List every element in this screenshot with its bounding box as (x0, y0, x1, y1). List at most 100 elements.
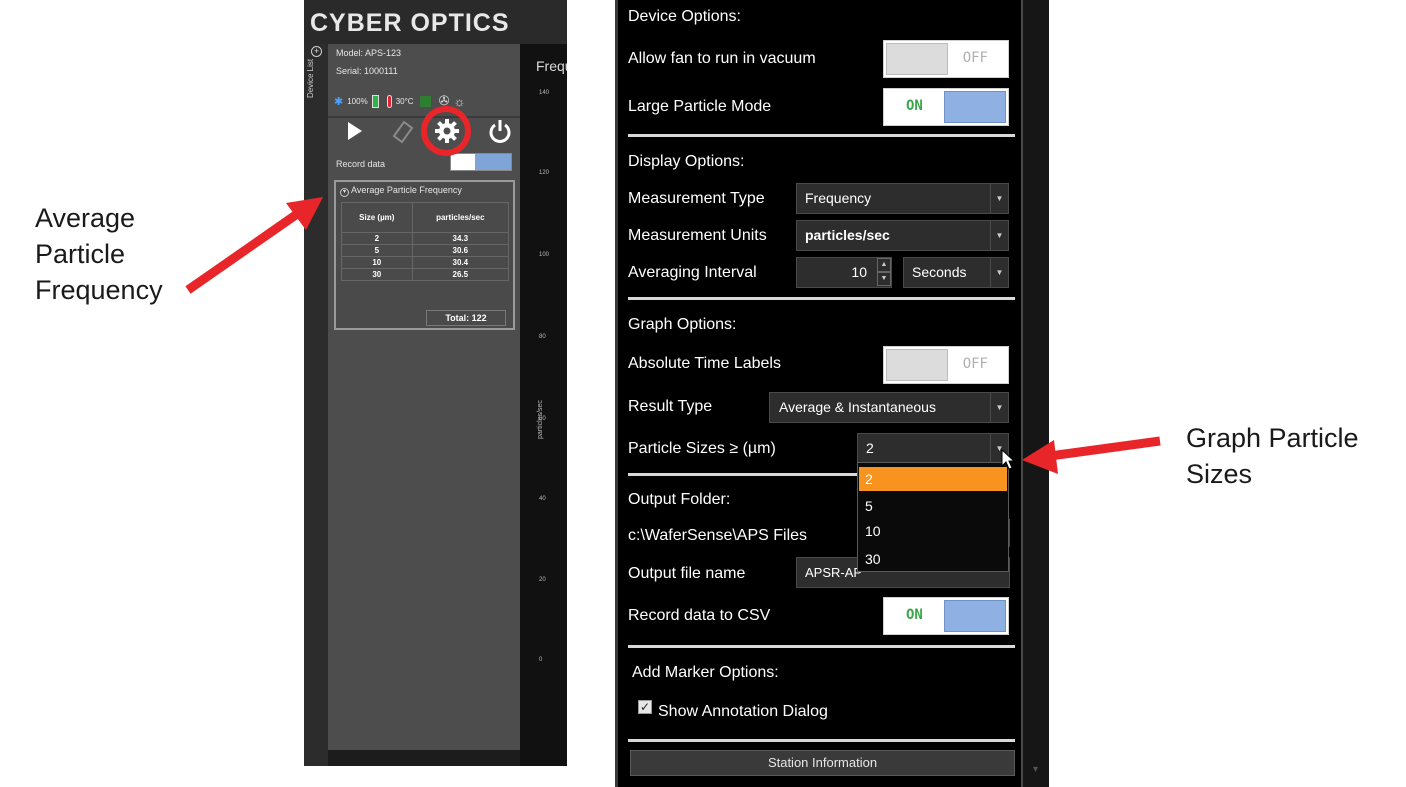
y-tick: 20 (539, 577, 546, 583)
graph-area: Frequ 140 120 100 80 60 40 20 0 particle… (520, 44, 567, 766)
y-tick: 80 (539, 334, 546, 340)
play-button[interactable] (342, 116, 370, 146)
callout-left-line2: Particle (35, 239, 126, 269)
y-tick: 100 (539, 252, 550, 258)
header-size: Size (µm) (341, 202, 413, 233)
result-type-select[interactable]: Average & Instantaneous ▼ (769, 392, 1009, 423)
record-csv-toggle[interactable]: ON (883, 597, 1009, 635)
allow-fan-label: Allow fan to run in vacuum (628, 50, 816, 67)
device-pane: Model: APS-123 Serial: 1000111 ✱ 100% 30… (328, 44, 520, 766)
particle-sizes-label: Particle Sizes ≥ (µm) (628, 440, 776, 457)
callout-average-particle-frequency: Average Particle Frequency (35, 200, 205, 308)
device-serial: Serial: 1000111 (336, 66, 398, 76)
cell-value: 30.6 (411, 244, 510, 257)
play-icon (348, 122, 362, 140)
callout-graph-particle-sizes: Graph Particle Sizes (1186, 420, 1396, 492)
collapse-icon[interactable]: ▾ (340, 188, 349, 197)
avg-title-text: Average Particle Frequency (351, 185, 462, 195)
battery-icon (371, 94, 379, 108)
toggle-knob (886, 349, 948, 381)
output-folder-label: Output Folder: (628, 491, 731, 508)
table-row: 10 30.4 (341, 256, 510, 269)
header-particles: particles/sec (411, 202, 510, 233)
measurement-units-label: Measurement Units (628, 227, 767, 244)
dropdown-option[interactable]: 5 (859, 494, 1007, 518)
measurement-units-select[interactable]: particles/sec ▼ (796, 220, 1009, 251)
chevron-down-icon[interactable]: ▼ (990, 184, 1008, 213)
options-panel: Device Options: Allow fan to run in vacu… (615, 0, 1049, 787)
particle-sizes-dropdown: 2 5 10 30 (857, 462, 1009, 572)
section-divider (628, 134, 1015, 137)
spin-up-icon[interactable]: ▲ (877, 258, 891, 272)
section-divider (628, 473, 857, 476)
y-tick: 0 (539, 657, 543, 663)
show-annotation-label: Show Annotation Dialog (658, 703, 828, 720)
record-data-toggle[interactable] (450, 153, 512, 171)
cell-value: 26.5 (411, 268, 510, 281)
record-csv-label: Record data to CSV (628, 607, 771, 624)
graph-options-heading: Graph Options: (628, 316, 737, 333)
show-annotation-checkbox[interactable]: ✓ (638, 700, 652, 714)
table-row: 2 34.3 (341, 232, 510, 245)
avg-panel-title[interactable]: ▾ Average Particle Frequency (340, 185, 462, 197)
spin-down-icon[interactable]: ▼ (877, 272, 891, 286)
device-list-strip[interactable]: + Device List (304, 44, 328, 766)
select-value: particles/sec (805, 227, 890, 243)
dropdown-option[interactable]: 10 (859, 519, 1007, 543)
expand-icon[interactable]: + (311, 46, 322, 57)
mouse-cursor-icon (1001, 449, 1015, 470)
dropdown-option[interactable]: 30 (859, 547, 1007, 571)
thermometer-icon (386, 94, 392, 108)
logo-bar: CYBER OPTICS (304, 0, 567, 44)
particle-sizes-select[interactable]: 2 ▼ (857, 433, 1009, 464)
result-type-label: Result Type (628, 398, 713, 415)
averaging-interval-label: Averaging Interval (628, 264, 757, 281)
cell-size: 2 (341, 232, 413, 245)
station-information-button[interactable]: Station Information (630, 750, 1015, 776)
chevron-down-icon[interactable]: ▼ (990, 258, 1008, 287)
avg-total: Total: 122 (426, 310, 506, 326)
toggle-knob (944, 600, 1006, 632)
measurement-type-label: Measurement Type (628, 190, 765, 207)
power-button[interactable] (486, 116, 514, 146)
cell-size: 30 (341, 268, 413, 281)
callout-right-line2: Sizes (1186, 459, 1253, 489)
y-tick: 40 (539, 496, 546, 502)
device-status-row: ✱ 100% 30°C ✇ ☼ (334, 92, 465, 110)
record-data-label: Record data (336, 159, 386, 169)
section-divider (628, 297, 1015, 300)
cell-value: 34.3 (411, 232, 510, 245)
cell-value: 30.4 (411, 256, 510, 269)
tag-icon (392, 120, 414, 144)
marker-options-heading: Add Marker Options: (632, 664, 779, 681)
absolute-time-toggle[interactable]: OFF (883, 346, 1009, 384)
tag-button[interactable] (388, 116, 416, 146)
large-particle-toggle[interactable]: ON (883, 88, 1009, 126)
toggle-state: ON (906, 98, 923, 114)
dropdown-option[interactable]: 2 (859, 467, 1007, 491)
toggle-knob (944, 91, 1006, 123)
callout-left-line3: Frequency (35, 275, 163, 305)
averaging-unit-select[interactable]: Seconds ▼ (903, 257, 1009, 288)
scroll-down-icon[interactable]: ▾ (1033, 764, 1038, 775)
toggle-state: OFF (962, 50, 988, 66)
cell-size: 5 (341, 244, 413, 257)
averaging-interval-input[interactable]: 10 ▲ ▼ (796, 257, 892, 288)
device-list-label: Device List (306, 58, 315, 98)
settings-button[interactable] (432, 116, 460, 146)
chevron-down-icon[interactable]: ▼ (990, 393, 1008, 422)
output-folder-value[interactable]: c:\WaferSense\APS Files (628, 527, 807, 545)
avg-frequency-table: Size (µm) particles/sec 2 34.3 5 30.6 10… (341, 202, 510, 281)
cell-size: 10 (341, 256, 413, 269)
allow-fan-toggle[interactable]: OFF (883, 40, 1009, 78)
section-divider (628, 739, 1015, 742)
cyberoptics-logo: CYBER OPTICS (310, 9, 510, 37)
light-icon: ☼ (453, 93, 466, 109)
table-row: 30 26.5 (341, 268, 510, 281)
chevron-down-icon[interactable]: ▼ (990, 221, 1008, 250)
measurement-type-select[interactable]: Frequency ▼ (796, 183, 1009, 214)
left-screenshot: CYBER OPTICS + Device List Model: APS-12… (304, 0, 567, 766)
scrollbar[interactable]: ▾ (1021, 0, 1049, 787)
callout-right-line1: Graph Particle (1186, 423, 1359, 453)
select-value: Average & Instantaneous (779, 399, 936, 415)
